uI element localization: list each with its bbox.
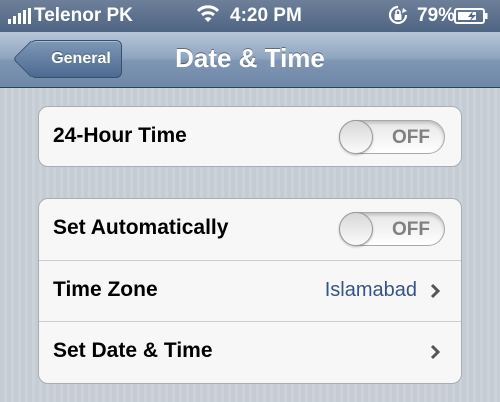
row-24-hour-time: 24-Hour Time OFF [39,107,461,168]
row-label: Set Automatically [53,216,229,239]
chevron-right-icon [430,344,441,360]
navigation-bar: General Date & Time [0,32,500,88]
battery-icon [454,8,488,24]
row-label: Set Date & Time [53,339,213,362]
time-zone-value: Islamabad [324,279,417,301]
row-label: 24-Hour Time [53,124,187,147]
rotation-lock-icon [388,5,408,25]
row-set-date-time[interactable]: Set Date & Time [39,321,461,382]
chevron-right-icon [430,283,441,299]
toggle-state-text: OFF [392,219,430,240]
settings-group-clock-format: 24-Hour Time OFF [38,106,462,167]
set-automatically-toggle[interactable]: OFF [339,212,445,246]
status-bar: Telenor PK 4:20 PM 79% [0,0,500,32]
signal-icon [8,8,31,24]
row-label: Time Zone [53,278,158,301]
page-title: Date & Time [175,43,325,73]
settings-content: 24-Hour Time OFF Set Automatically OFF T… [0,88,500,402]
toggle-state-text: OFF [392,127,430,148]
status-time: 4:20 PM [230,5,302,26]
row-time-zone[interactable]: Time Zone Islamabad [39,260,461,321]
toggle-knob [339,120,373,154]
carrier-name: Telenor PK [34,5,133,26]
24-hour-time-toggle[interactable]: OFF [339,120,445,154]
settings-group-date-time: Set Automatically OFF Time Zone Islamaba… [38,198,462,384]
wifi-icon [197,5,219,22]
toggle-knob [339,212,373,246]
row-set-automatically: Set Automatically OFF [39,199,461,260]
battery-percent: 79% [417,5,456,26]
